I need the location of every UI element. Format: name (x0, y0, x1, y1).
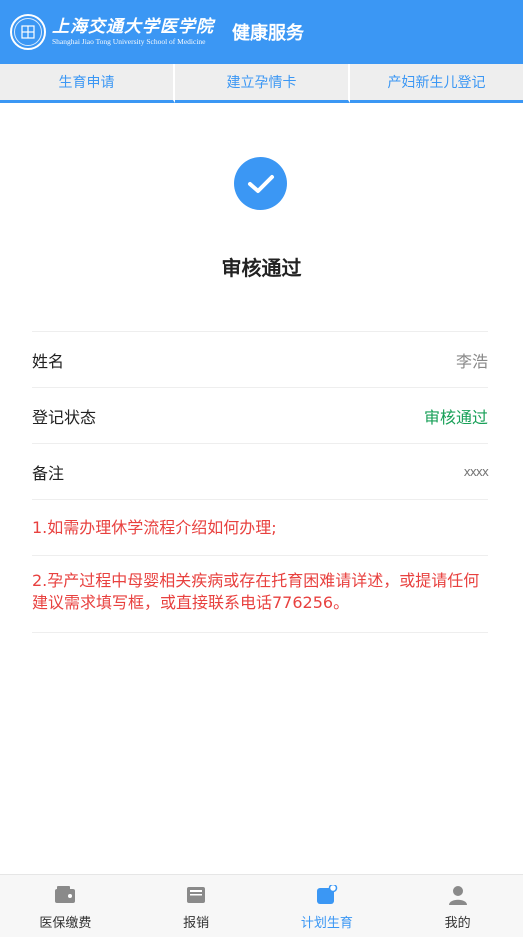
bottom-nav: 医保缴费 报销 计划生育 我的 (0, 874, 523, 937)
tab-bar: 生育申请 建立孕情卡 产妇新生儿登记 (0, 64, 523, 103)
check-circle-icon (234, 157, 287, 210)
university-seal-icon (10, 14, 46, 50)
note-item: 2.孕产过程中母婴相关疾病或存在托育困难请详述，或提请任何建议需求填写框，或直接… (32, 555, 488, 633)
registration-info: 姓名 李浩 登记状态 审核通过 备注 xxxx 1.如需办理休学流程介绍如何办理… (32, 331, 489, 633)
remark-value: xxxx (463, 464, 489, 479)
tab-pregnancy-card[interactable]: 建立孕情卡 (175, 64, 350, 103)
logo-english-name: Shanghai Jiao Tong University School of … (52, 37, 206, 46)
nav-label: 医保缴费 (39, 916, 92, 931)
page-title: 健康服务 (232, 23, 304, 44)
info-row-status: 登记状态 审核通过 (32, 387, 488, 443)
note-text-2: 2.孕产过程中母婴相关疾病或存在托育困难请详述，或提请任何建议需求填写框，或直接… (32, 571, 480, 612)
review-status-title: 审核通过 (221, 256, 302, 280)
nav-medical-insurance[interactable]: 医保缴费 (0, 875, 131, 937)
tab-birth-application[interactable]: 生育申请 (0, 64, 175, 103)
inbox-icon (185, 884, 207, 906)
note-text-1: 1.如需办理休学流程介绍如何办理; (32, 517, 277, 537)
nav-label: 报销 (183, 916, 210, 931)
remark-label: 备注 (32, 463, 65, 483)
page: 上海交通大学医学院 Shanghai Jiao Tong University … (0, 0, 523, 937)
note-item: 1.如需办理休学流程介绍如何办理; (32, 499, 488, 555)
info-row-remark: 备注 xxxx (32, 443, 489, 499)
status-label: 登记状态 (32, 407, 97, 427)
logo-chinese-name: 上海交通大学医学院 (52, 17, 214, 37)
name-value: 李浩 (455, 351, 488, 371)
university-logo: 上海交通大学医学院 Shanghai Jiao Tong University … (10, 14, 214, 50)
tab-newborn-registration[interactable]: 产妇新生儿登记 (350, 64, 523, 103)
info-row-name: 姓名 李浩 (32, 331, 488, 387)
user-icon (447, 884, 469, 906)
nav-family-planning[interactable]: 计划生育 (262, 875, 393, 937)
nav-reimbursement[interactable]: 报销 (131, 875, 262, 937)
app-header: 上海交通大学医学院 Shanghai Jiao Tong University … (0, 0, 523, 64)
nav-profile[interactable]: 我的 (392, 875, 523, 937)
nav-label: 我的 (444, 916, 471, 931)
name-label: 姓名 (32, 351, 65, 371)
status-value: 审核通过 (423, 407, 488, 427)
nav-label: 计划生育 (300, 916, 353, 931)
wallet-icon (54, 884, 76, 906)
plan-icon (316, 884, 338, 906)
